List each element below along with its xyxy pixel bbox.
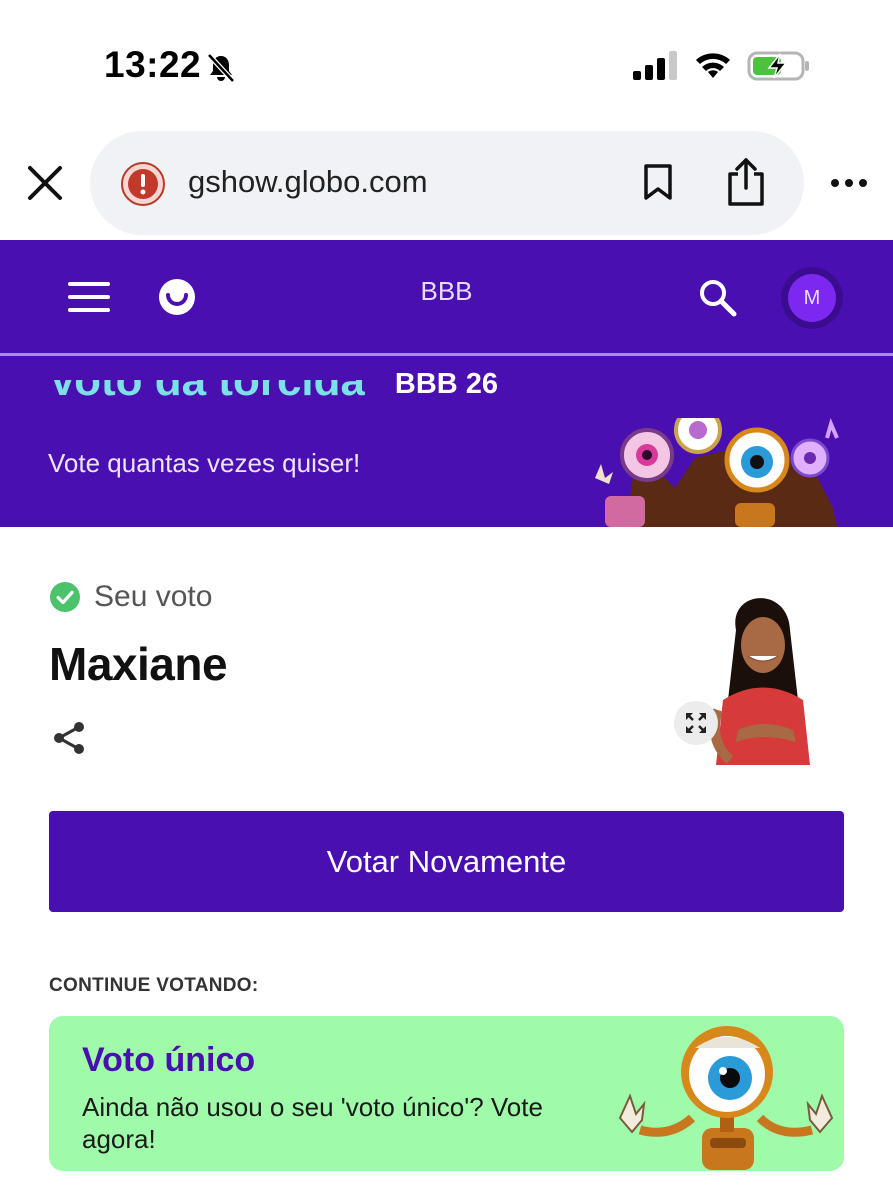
hero-label: BBB 26: [394, 368, 499, 400]
alert-icon[interactable]: [120, 161, 166, 207]
unique-vote-description[interactable]: Ainda não usou o seu 'voto único'? Vote …: [82, 1091, 622, 1155]
candidate-name: Maxiane: [49, 638, 228, 690]
battery-charging-icon: [747, 51, 809, 81]
vote-again-button[interactable]: Votar Novamente: [49, 811, 844, 912]
share-nodes-icon[interactable]: [51, 720, 87, 756]
check-circle-icon: [50, 582, 80, 612]
wifi-icon: [696, 53, 730, 78]
status-time: 13:22: [104, 44, 202, 85]
bbb-eye-mascots-illustration: [595, 418, 839, 527]
share-icon[interactable]: [725, 157, 767, 207]
bell-slash-icon: [207, 53, 235, 83]
continue-voting-label: CONTINUE VOTANDO:: [49, 975, 259, 996]
hero-subtitle: Vote quantas vezes quiser!: [48, 448, 361, 478]
more-icon[interactable]: [829, 173, 869, 193]
signal-icon: [633, 51, 677, 80]
bookmark-icon[interactable]: [641, 163, 675, 201]
bbb-eye-mascot-illustration: [618, 1026, 834, 1170]
expand-icon[interactable]: [674, 701, 718, 745]
search-icon[interactable]: [697, 277, 737, 317]
close-icon[interactable]: [26, 164, 64, 202]
header-title[interactable]: BBB: [0, 276, 893, 307]
unique-vote-title[interactable]: Voto único: [82, 1041, 255, 1080]
vote-status-label: Seu voto: [94, 580, 213, 613]
expand-photo-button[interactable]: [674, 701, 718, 745]
avatar-initial[interactable]: M: [788, 274, 836, 322]
url-text[interactable]: gshow.globo.com: [188, 164, 428, 200]
